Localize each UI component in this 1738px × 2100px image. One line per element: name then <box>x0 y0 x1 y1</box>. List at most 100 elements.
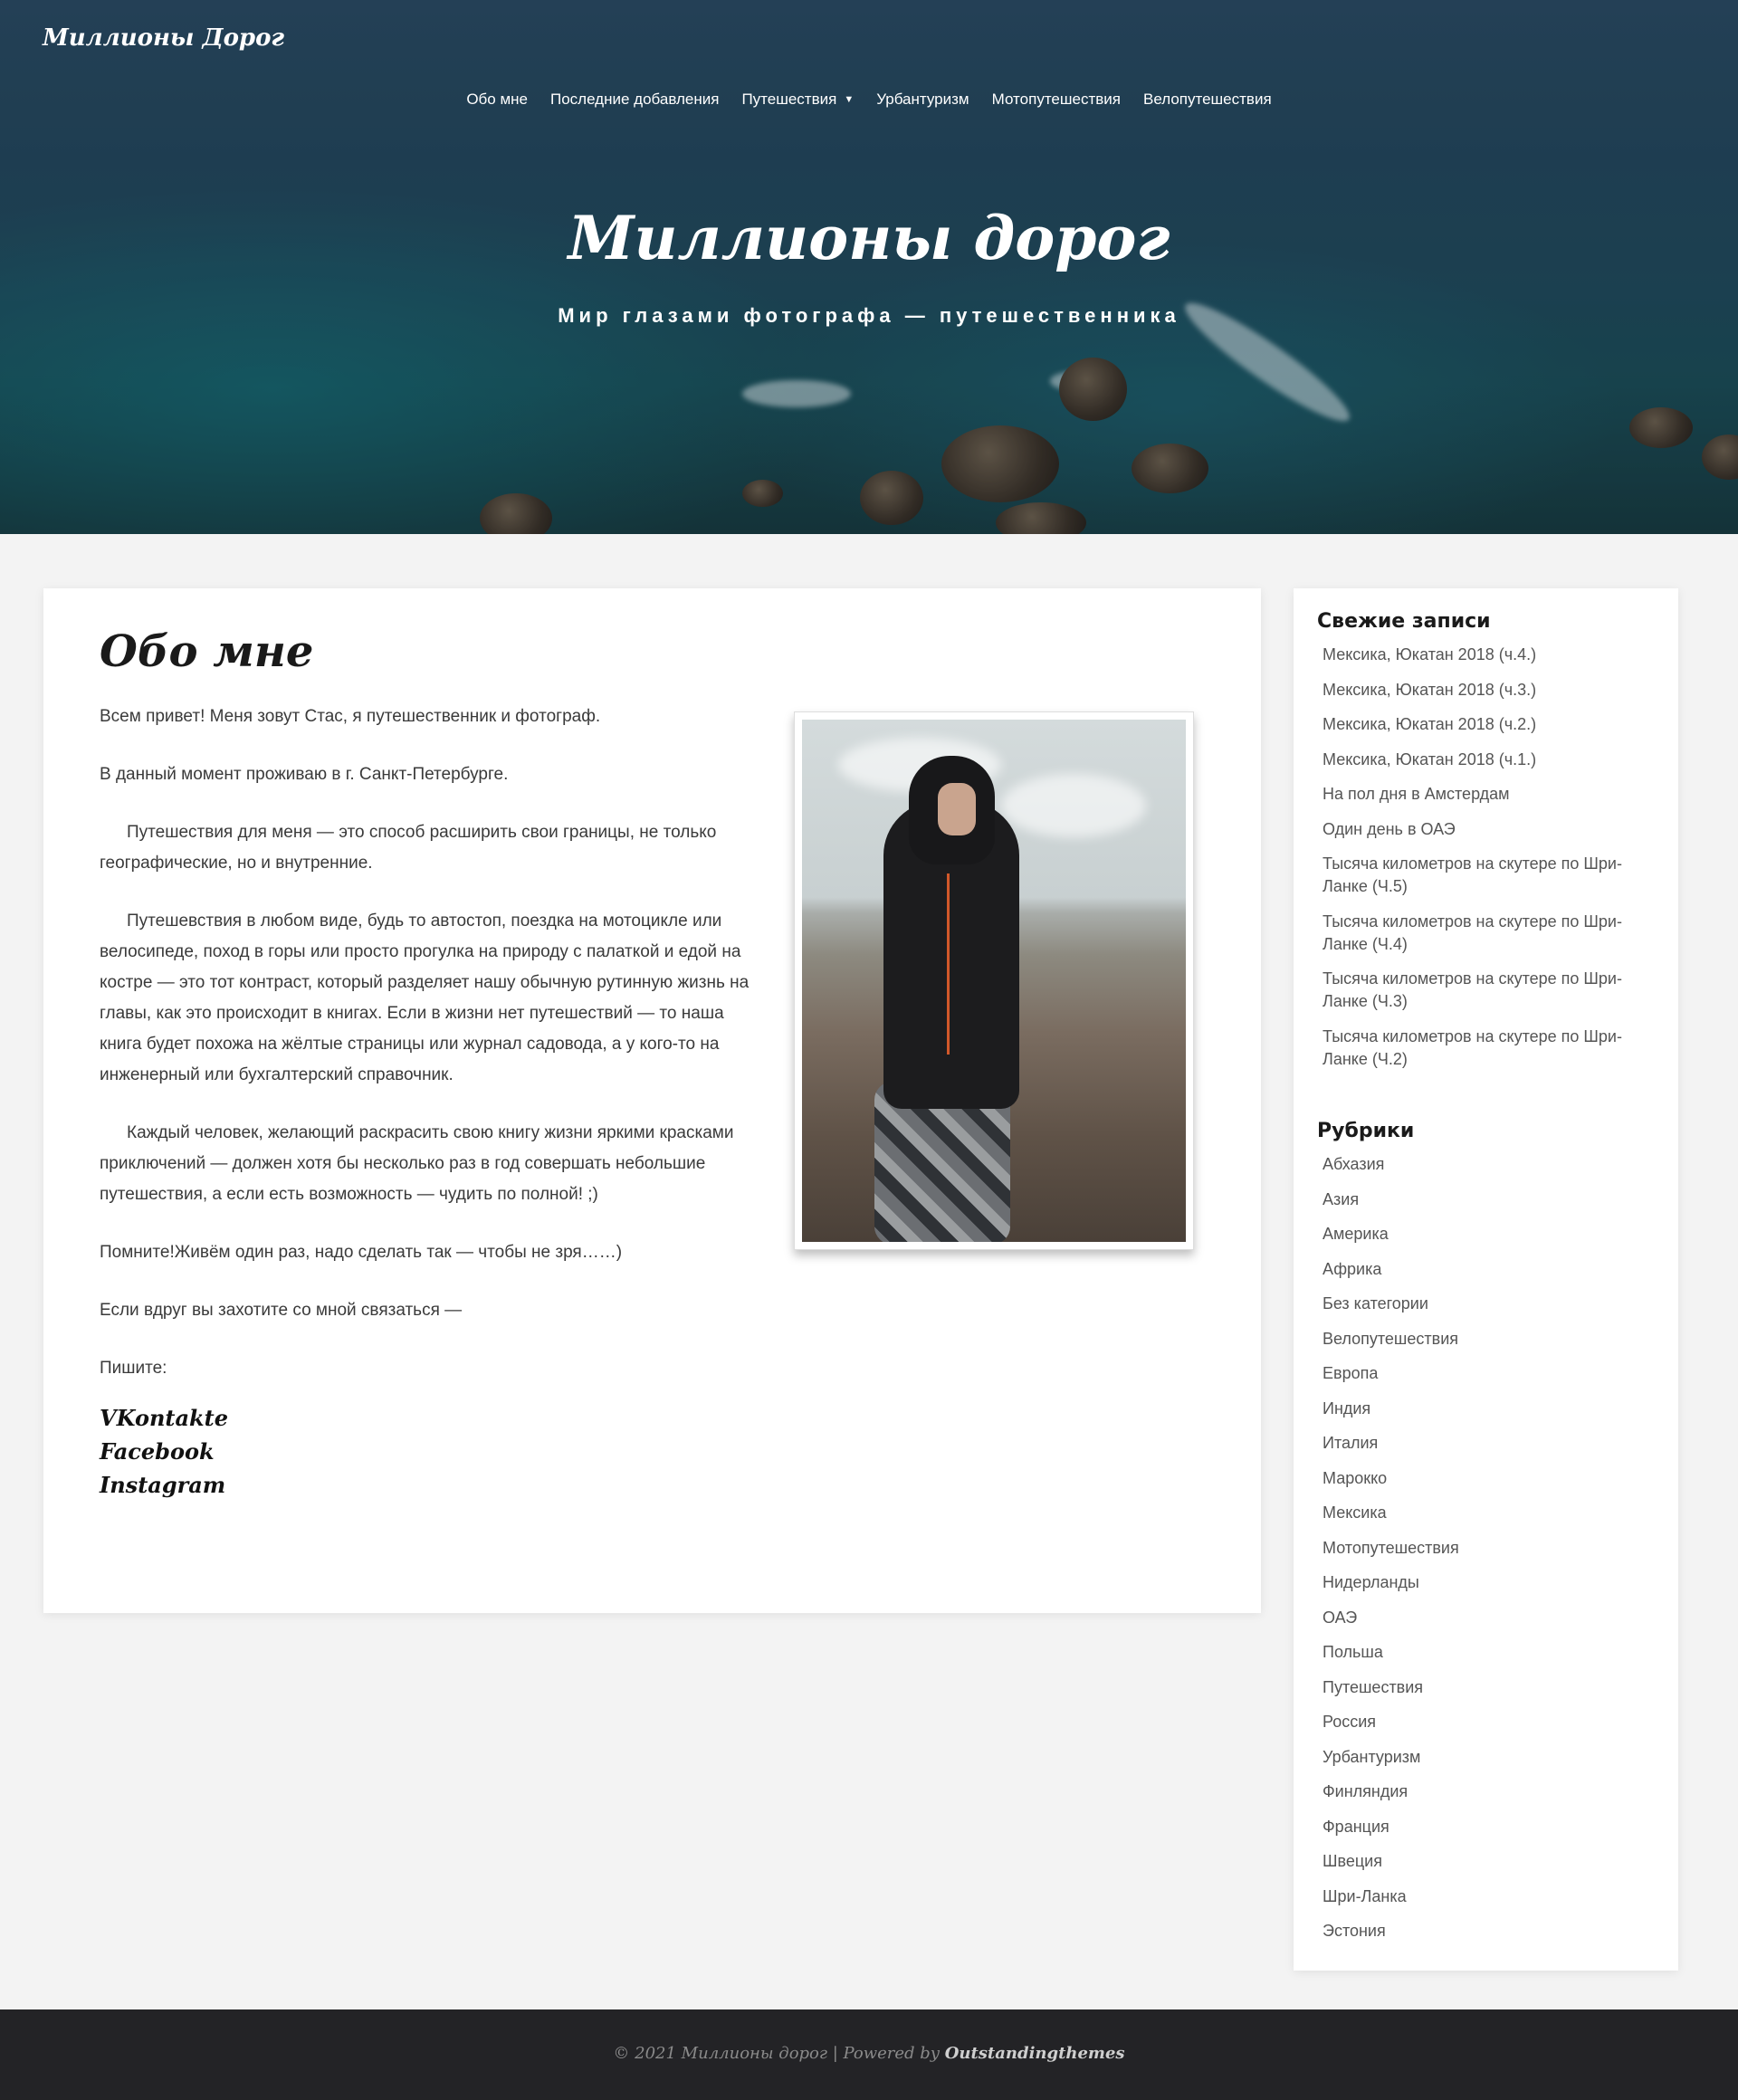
nav-item-label: Урбантуризм <box>876 91 969 108</box>
category-link[interactable]: Франция <box>1323 1818 1389 1836</box>
list-item: Тысяча километров на скутере по Шри-Ланк… <box>1323 911 1648 956</box>
site-footer: © 2021 Миллионы дорог | Powered by Outst… <box>0 2009 1738 2100</box>
nav-item-label: Обо мне <box>466 91 528 108</box>
list-item: Тысяча километров на скутере по Шри-Ланк… <box>1323 1026 1648 1071</box>
list-item: Шри-Ланка <box>1323 1885 1648 1908</box>
paragraph: Всем привет! Меня зовут Стас, я путешест… <box>100 707 601 726</box>
nav-item-label: Путешествия <box>741 91 837 108</box>
category-link[interactable]: Нидерланды <box>1323 1573 1419 1591</box>
recent-post-link[interactable]: На пол дня в Амстердам <box>1323 785 1510 803</box>
cloud <box>1001 774 1146 837</box>
list-item: Тысяча километров на скутере по Шри-Ланк… <box>1323 968 1648 1013</box>
nav-item-moto[interactable]: Мотопутешествия <box>992 91 1121 109</box>
category-link[interactable]: Абхазия <box>1323 1155 1384 1173</box>
list-item: На пол дня в Амстердам <box>1323 783 1648 806</box>
paragraph: Если вдруг вы захотите со мной связаться… <box>100 1301 463 1320</box>
paragraph: Путешествия для меня — это способ расшир… <box>100 823 717 873</box>
recent-posts-title: Свежие записи <box>1317 610 1491 633</box>
list-item: Эстония <box>1323 1920 1648 1942</box>
instagram-link[interactable]: Instagram <box>100 1468 228 1502</box>
recent-post-link[interactable]: Тысяча километров на скутере по Шри-Ланк… <box>1323 854 1622 895</box>
nav-item-label: Мотопутешествия <box>991 91 1121 108</box>
nav-item-bike[interactable]: Велопутешествия <box>1143 91 1272 109</box>
list-item: Мотопутешествия <box>1323 1537 1648 1560</box>
recent-posts-list: Мексика, Юкатан 2018 (ч.4.) Мексика, Юка… <box>1323 644 1648 1083</box>
list-item: Мексика, Юкатан 2018 (ч.1.) <box>1323 749 1648 771</box>
recent-post-link[interactable]: Мексика, Юкатан 2018 (ч.2.) <box>1323 715 1536 733</box>
nav-item-about[interactable]: Обо мне <box>466 91 528 109</box>
list-item: Америка <box>1323 1223 1648 1246</box>
category-link[interactable]: Италия <box>1323 1434 1378 1452</box>
recent-post-link[interactable]: Мексика, Юкатан 2018 (ч.3.) <box>1323 681 1536 699</box>
category-link[interactable]: Швеция <box>1323 1852 1382 1870</box>
category-link[interactable]: Урбантуризм <box>1323 1748 1420 1766</box>
recent-post-link[interactable]: Мексика, Юкатан 2018 (ч.4.) <box>1323 645 1536 663</box>
list-item: Индия <box>1323 1398 1648 1420</box>
site-brand[interactable]: Миллионы Дорог <box>43 24 284 52</box>
paragraph: В данный момент проживаю в г. Санкт-Пете… <box>100 765 509 784</box>
list-item: Азия <box>1323 1188 1648 1211</box>
sidebar: Свежие записи Мексика, Юкатан 2018 (ч.4.… <box>1294 588 1678 1971</box>
list-item: Марокко <box>1323 1467 1648 1490</box>
person-face <box>938 783 976 835</box>
category-link[interactable]: Эстония <box>1323 1922 1386 1940</box>
list-item: Польша <box>1323 1641 1648 1664</box>
powered-by-link[interactable]: Outstandingthemes <box>945 2044 1125 2063</box>
list-item: Европа <box>1323 1362 1648 1385</box>
paragraph: Помните!Живём один раз, надо сделать так… <box>100 1243 623 1262</box>
category-link[interactable]: Европа <box>1323 1364 1378 1382</box>
list-item: Урбантуризм <box>1323 1746 1648 1769</box>
hero-subtitle: Мир глазами фотографа — путешественника <box>558 304 1180 327</box>
list-item: Без категории <box>1323 1293 1648 1315</box>
list-item: Финляндия <box>1323 1780 1648 1803</box>
category-link[interactable]: Азия <box>1323 1190 1359 1208</box>
paragraph: Каждый человек, желающий раскрасить свою… <box>100 1123 734 1204</box>
category-link[interactable]: Мотопутешествия <box>1323 1539 1459 1557</box>
list-item: Абхазия <box>1323 1153 1648 1176</box>
nav-item-latest[interactable]: Последние добавления <box>550 91 719 109</box>
categories-list: Абхазия Азия Америка Африка Без категори… <box>1323 1153 1648 1955</box>
list-item: Мексика, Юкатан 2018 (ч.2.) <box>1323 713 1648 736</box>
vkontakte-link[interactable]: VKontakte <box>100 1401 228 1435</box>
category-link[interactable]: Путешествия <box>1323 1678 1423 1696</box>
category-link[interactable]: Мексика <box>1323 1503 1387 1522</box>
category-link[interactable]: Африка <box>1323 1260 1381 1278</box>
list-item: Африка <box>1323 1258 1648 1281</box>
recent-post-link[interactable]: Тысяча километров на скутере по Шри-Ланк… <box>1323 912 1622 953</box>
recent-post-link[interactable]: Тысяча километров на скутере по Шри-Ланк… <box>1323 969 1622 1010</box>
paragraph: Пишите: <box>100 1359 167 1378</box>
category-link[interactable]: Польша <box>1323 1643 1383 1661</box>
category-link[interactable]: Шри-Ланка <box>1323 1887 1407 1905</box>
list-item: Мексика <box>1323 1502 1648 1524</box>
category-link[interactable]: Америка <box>1323 1225 1389 1243</box>
category-link[interactable]: Велопутешествия <box>1323 1330 1458 1348</box>
list-item: Мексика, Юкатан 2018 (ч.3.) <box>1323 679 1648 702</box>
jacket-zipper <box>947 873 950 1055</box>
recent-post-link[interactable]: Один день в ОАЭ <box>1323 820 1456 838</box>
hero-title: Миллионы дорог <box>568 203 1170 273</box>
category-link[interactable]: ОАЭ <box>1323 1608 1357 1627</box>
list-item: Один день в ОАЭ <box>1323 818 1648 841</box>
facebook-link[interactable]: Facebook <box>100 1435 228 1468</box>
main-content-card: Обо мне Всем привет! Меня зовут Стас, я … <box>43 588 1261 1613</box>
list-item: Швеция <box>1323 1850 1648 1873</box>
copyright-text: © 2021 Миллионы дорог | Powered by <box>613 2044 945 2063</box>
nav-item-label: Последние добавления <box>550 91 720 108</box>
category-link[interactable]: Индия <box>1323 1399 1370 1418</box>
recent-post-link[interactable]: Тысяча километров на скутере по Шри-Ланк… <box>1323 1027 1622 1068</box>
nav-item-travel[interactable]: Путешествия ▼ <box>741 91 854 109</box>
categories-title: Рубрики <box>1317 1120 1415 1142</box>
nav-item-urban[interactable]: Урбантуризм <box>876 91 969 109</box>
category-link[interactable]: Финляндия <box>1323 1782 1408 1800</box>
category-link[interactable]: Без категории <box>1323 1294 1428 1312</box>
hero-header: Миллионы Дорог Обо мне Последние добавле… <box>0 0 1738 534</box>
paragraph: Путешевствия в любом виде, будь то автос… <box>100 912 750 1084</box>
page-title: Обо мне <box>100 626 314 677</box>
list-item: Франция <box>1323 1816 1648 1838</box>
social-links: VKontakte Facebook Instagram <box>100 1401 228 1502</box>
recent-post-link[interactable]: Мексика, Юкатан 2018 (ч.1.) <box>1323 750 1536 768</box>
list-item: Велопутешествия <box>1323 1328 1648 1351</box>
author-photo-frame <box>794 711 1194 1250</box>
category-link[interactable]: Марокко <box>1323 1469 1387 1487</box>
category-link[interactable]: Россия <box>1323 1713 1376 1731</box>
